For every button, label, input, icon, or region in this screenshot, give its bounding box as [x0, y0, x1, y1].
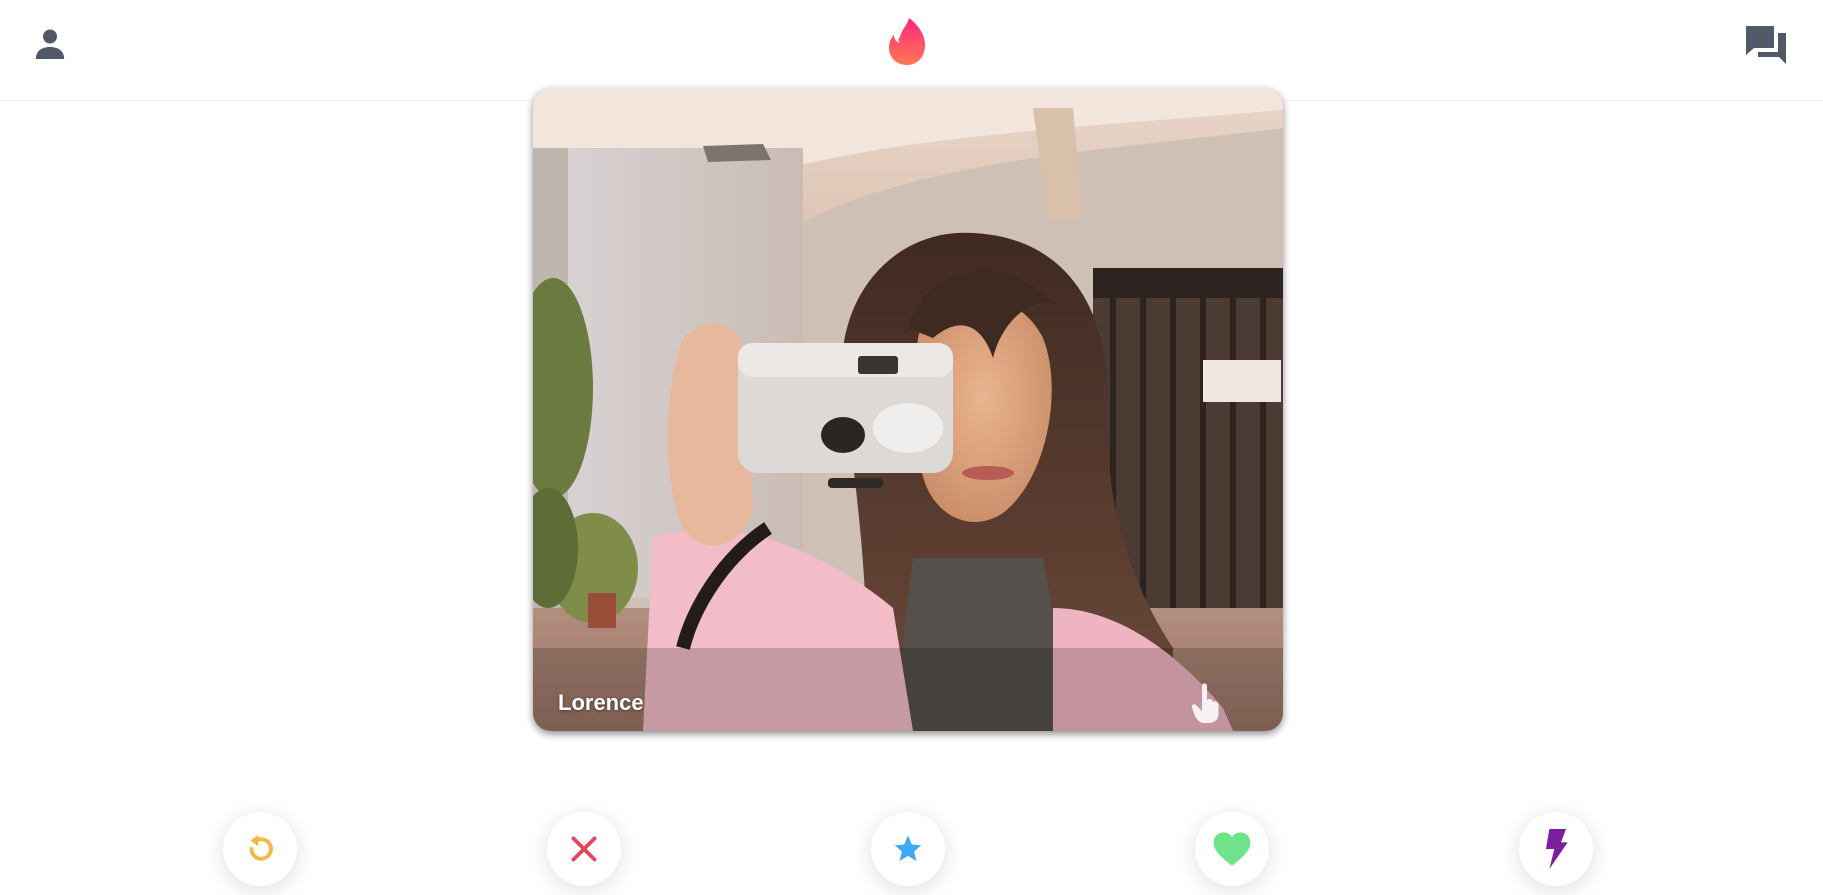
heart-icon	[1213, 832, 1251, 866]
x-icon	[571, 836, 597, 862]
super-like-button[interactable]	[871, 812, 945, 886]
chat-bubbles-icon	[1746, 26, 1786, 64]
action-bar	[0, 800, 1823, 895]
person-icon	[35, 29, 65, 59]
like-button[interactable]	[1195, 812, 1269, 886]
flame-logo-icon	[889, 18, 926, 65]
boost-button[interactable]	[1519, 812, 1593, 886]
tap-hand-icon[interactable]	[1189, 680, 1223, 724]
rewind-icon	[249, 834, 273, 861]
profile-name: Lorence	[558, 690, 644, 715]
profile-button[interactable]	[30, 24, 70, 64]
app-logo[interactable]	[886, 17, 928, 67]
top-navbar	[0, 0, 1823, 101]
star-icon	[894, 835, 922, 861]
lightning-icon	[1546, 829, 1568, 869]
profile-photo	[533, 88, 1283, 731]
profile-card[interactable]: Lorence	[533, 88, 1283, 731]
nope-button[interactable]	[547, 812, 621, 886]
rewind-button[interactable]	[223, 812, 297, 886]
messages-button[interactable]	[1744, 24, 1788, 64]
